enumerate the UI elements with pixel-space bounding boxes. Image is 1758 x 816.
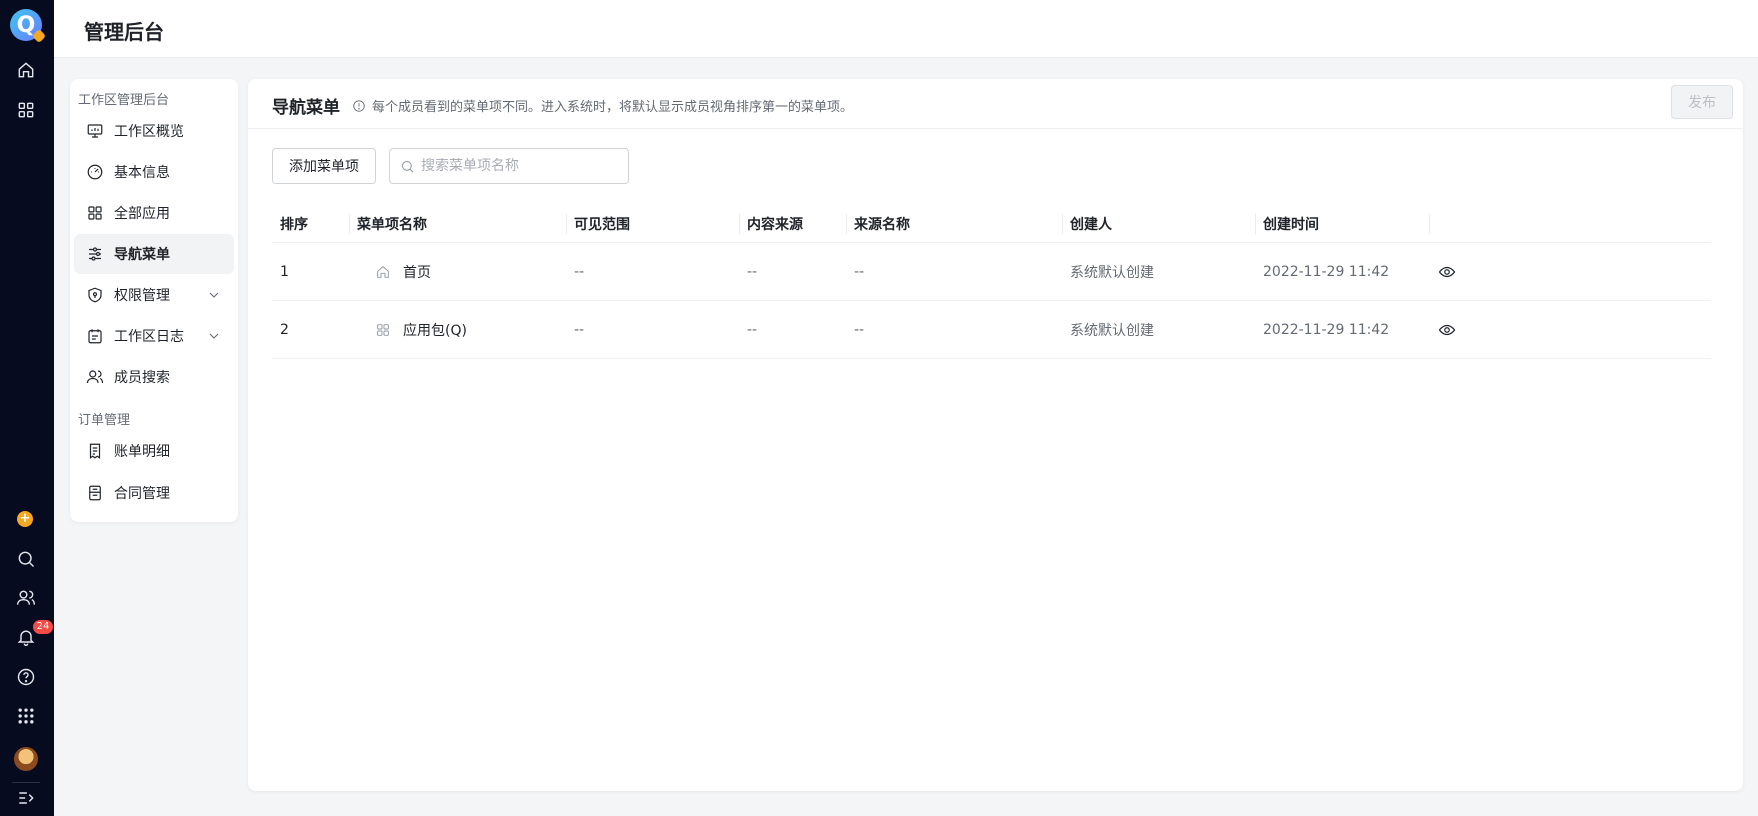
main-panel: 导航菜单 每个成员看到的菜单项不同。进入系统时，将默认显示成员视角排序第一的菜单… — [248, 79, 1743, 791]
table-row[interactable]: 2 应用包(Q) -- -- -- 系统默认创建 2022-11-29 11:4… — [272, 301, 1711, 359]
admin-side-menu: 工作区管理后台 工作区概览 基本信息 全部应用 导航菜单 权限管理 工作区日志 … — [70, 79, 238, 522]
row-name-cell: 应用包(Q) — [375, 301, 467, 358]
row-order: 2 — [280, 321, 289, 338]
create-button[interactable]: + — [17, 511, 33, 527]
users-icon — [86, 368, 104, 386]
menu-item-all-apps[interactable]: 全部应用 — [74, 193, 234, 233]
column-header-created-at: 创建时间 — [1263, 216, 1319, 233]
gauge-icon — [86, 163, 104, 181]
column-header-creator: 创建人 — [1070, 216, 1112, 233]
contract-icon — [86, 484, 104, 502]
publish-button[interactable]: 发布 — [1671, 85, 1733, 119]
menu-item-member-search[interactable]: 成员搜索 — [74, 357, 234, 397]
notification-badge: 24 — [33, 620, 53, 634]
row-source-name: -- — [854, 263, 865, 280]
panel-tip-text: 每个成员看到的菜单项不同。进入系统时，将默认显示成员视角排序第一的菜单项。 — [372, 100, 854, 115]
menu-items-table: 排序 菜单项名称 可见范围 内容来源 来源名称 创建人 创建时间 1 首页 --… — [272, 205, 1711, 359]
menu-item-label: 工作区日志 — [114, 329, 184, 345]
column-divider — [349, 214, 350, 234]
expand-sidebar-icon[interactable] — [15, 787, 37, 809]
row-name: 首页 — [403, 264, 431, 281]
row-created-at: 2022-11-29 11:42 — [1263, 263, 1390, 280]
menu-item-label: 工作区概览 — [114, 124, 184, 140]
info-icon — [352, 99, 366, 113]
row-name-cell: 首页 — [375, 243, 431, 300]
menu-item-label: 权限管理 — [114, 288, 170, 304]
app-logo-letter: Q — [16, 12, 36, 38]
menu-group-title-orders: 订单管理 — [78, 413, 131, 428]
search-icon[interactable] — [15, 548, 37, 570]
rail-divider — [12, 782, 40, 783]
column-header-source: 内容来源 — [747, 216, 803, 233]
top-bar: 管理后台 — [54, 0, 1758, 58]
calendar-icon — [86, 327, 104, 345]
grid-icon — [86, 204, 104, 222]
column-header-visibility: 可见范围 — [574, 216, 630, 233]
chevron-down-icon[interactable] — [206, 328, 222, 344]
row-source: -- — [747, 321, 758, 338]
search-input[interactable] — [421, 158, 621, 174]
chevron-down-icon[interactable] — [206, 287, 222, 303]
menu-group-title-workspace: 工作区管理后台 — [78, 93, 170, 108]
shield-icon — [86, 286, 104, 304]
menu-item-label: 账单明细 — [114, 444, 170, 460]
row-creator: 系统默认创建 — [1070, 322, 1154, 339]
eye-icon[interactable] — [1438, 321, 1456, 339]
row-name: 应用包(Q) — [403, 322, 467, 339]
row-source-name: -- — [854, 321, 865, 338]
menu-item-label: 合同管理 — [114, 486, 170, 502]
menu-item-label: 导航菜单 — [114, 247, 170, 263]
table-header: 排序 菜单项名称 可见范围 内容来源 来源名称 创建人 创建时间 — [272, 205, 1711, 243]
user-avatar[interactable] — [14, 747, 38, 771]
apps-grid-icon[interactable] — [15, 99, 37, 121]
menu-item-basic-info[interactable]: 基本信息 — [74, 152, 234, 192]
menu-item-label: 成员搜索 — [114, 370, 170, 386]
column-header-source-name: 来源名称 — [854, 216, 910, 233]
row-order: 1 — [280, 263, 289, 280]
column-divider — [1062, 214, 1063, 234]
panel-tip: 每个成员看到的菜单项不同。进入系统时，将默认显示成员视角排序第一的菜单项。 — [352, 96, 853, 115]
row-visibility: -- — [574, 263, 585, 280]
home-icon[interactable] — [15, 59, 37, 81]
row-actions — [1438, 301, 1456, 358]
monitor-icon — [86, 122, 104, 140]
row-created-at: 2022-11-29 11:42 — [1263, 321, 1390, 338]
menu-item-contract-management[interactable]: 合同管理 — [74, 473, 234, 513]
row-source: -- — [747, 263, 758, 280]
menu-item-permissions[interactable]: 权限管理 — [74, 275, 234, 315]
search-icon — [400, 159, 415, 174]
home-icon — [375, 264, 391, 280]
left-rail: Q + 24 — [0, 0, 54, 816]
column-header-order: 排序 — [280, 216, 308, 233]
sliders-icon — [86, 245, 104, 263]
page-title: 管理后台 — [84, 20, 164, 44]
panel-title: 导航菜单 — [272, 98, 340, 118]
search-box[interactable] — [389, 148, 629, 184]
menu-item-nav-menu[interactable]: 导航菜单 — [74, 234, 234, 274]
app-logo[interactable]: Q — [10, 9, 42, 41]
menu-item-workspace-log[interactable]: 工作区日志 — [74, 316, 234, 356]
more-apps-icon[interactable] — [15, 705, 37, 727]
panel-header: 导航菜单 每个成员看到的菜单项不同。进入系统时，将默认显示成员视角排序第一的菜单… — [248, 79, 1743, 129]
eye-icon[interactable] — [1438, 263, 1456, 281]
column-header-name: 菜单项名称 — [357, 216, 427, 233]
row-visibility: -- — [574, 321, 585, 338]
menu-item-workspace-overview[interactable]: 工作区概览 — [74, 111, 234, 151]
grid-icon — [375, 322, 391, 338]
column-divider — [1429, 214, 1430, 234]
contacts-icon[interactable] — [15, 587, 37, 609]
row-actions — [1438, 243, 1456, 300]
menu-item-label: 基本信息 — [114, 165, 170, 181]
receipt-icon — [86, 442, 104, 460]
menu-item-bill-details[interactable]: 账单明细 — [74, 431, 234, 471]
column-divider — [739, 214, 740, 234]
add-menu-item-button[interactable]: 添加菜单项 — [272, 148, 376, 184]
menu-item-label: 全部应用 — [114, 206, 170, 222]
column-divider — [1255, 214, 1256, 234]
column-divider — [846, 214, 847, 234]
column-divider — [566, 214, 567, 234]
row-creator: 系统默认创建 — [1070, 264, 1154, 281]
table-row[interactable]: 1 首页 -- -- -- 系统默认创建 2022-11-29 11:42 — [272, 243, 1711, 301]
help-icon[interactable] — [15, 666, 37, 688]
